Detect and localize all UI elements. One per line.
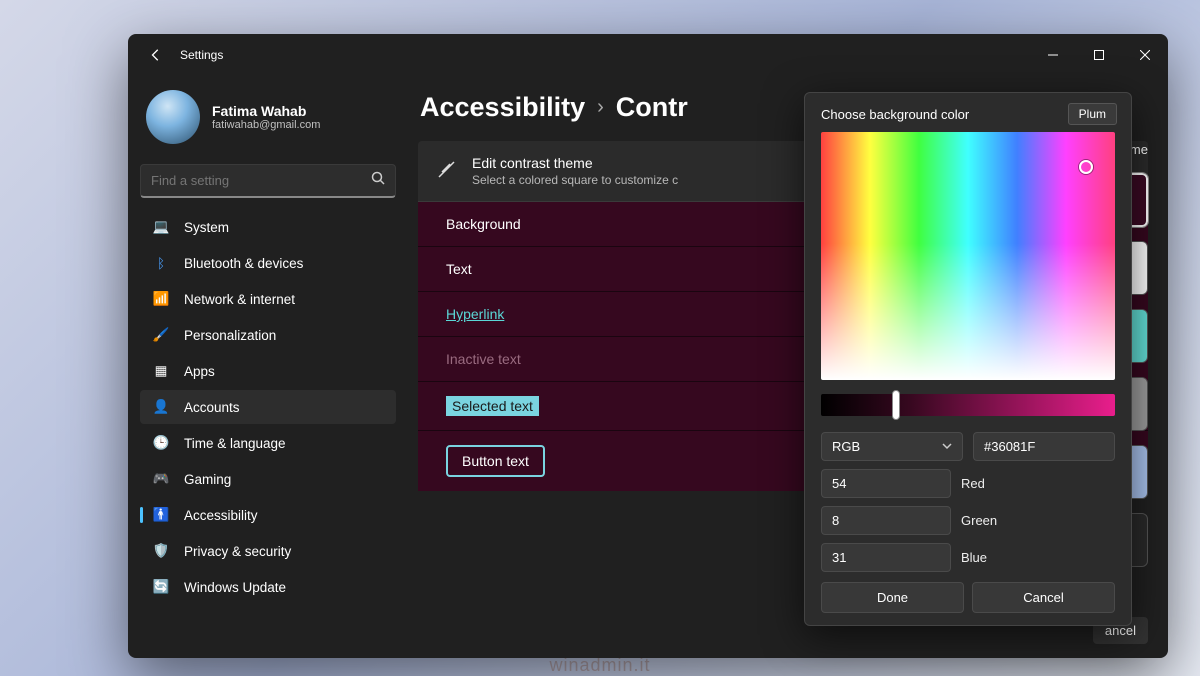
done-button[interactable]: Done — [821, 582, 964, 613]
network-icon: 📶 — [152, 290, 170, 308]
nav-apps[interactable]: ▦ Apps — [140, 354, 396, 388]
nav-label: Accounts — [184, 400, 240, 415]
nav-label: Bluetooth & devices — [184, 256, 303, 271]
window-title: Settings — [180, 48, 223, 62]
nav-privacy[interactable]: 🛡️ Privacy & security — [140, 534, 396, 568]
profile-name: Fatima Wahab — [212, 103, 320, 119]
chevron-right-icon: › — [597, 96, 604, 119]
theme-row-label: Button text — [446, 445, 545, 477]
nav-label: Personalization — [184, 328, 276, 343]
gaming-icon: 🎮 — [152, 470, 170, 488]
slider-thumb[interactable] — [892, 390, 900, 420]
watermark-text: winadmin.it — [549, 655, 650, 676]
apps-icon: ▦ — [152, 362, 170, 380]
gradient-cursor[interactable] — [1079, 160, 1093, 174]
titlebar: Settings — [128, 34, 1168, 76]
avatar — [146, 90, 200, 144]
red-label: Red — [961, 476, 985, 491]
search-input[interactable] — [151, 173, 371, 188]
minimize-button[interactable] — [1030, 40, 1076, 70]
edit-theme-subtitle: Select a colored square to customize c — [472, 173, 678, 187]
breadcrumb-current: Contr — [616, 92, 688, 123]
color-mode-select[interactable]: RGB — [821, 432, 963, 461]
nav-list: 💻 System ᛒ Bluetooth & devices 📶 Network & … — [140, 210, 396, 604]
blue-input[interactable]: 31 — [821, 543, 951, 572]
settings-window: Settings Fatima Wahab fatiwahab@gmail.co… — [128, 34, 1168, 658]
paint-icon — [436, 158, 458, 185]
search-box[interactable] — [140, 164, 396, 198]
nav-windows-update[interactable]: 🔄 Windows Update — [140, 570, 396, 604]
theme-row-label: Hyperlink — [446, 306, 504, 322]
edit-theme-title: Edit contrast theme — [472, 155, 678, 171]
color-mode-value: RGB — [832, 439, 860, 454]
update-icon: 🔄 — [152, 578, 170, 596]
hex-input[interactable]: #36081F — [973, 432, 1115, 461]
bluetooth-icon: ᛒ — [152, 254, 170, 272]
chevron-down-icon — [942, 439, 952, 454]
system-icon: 💻 — [152, 218, 170, 236]
time-icon: 🕒 — [152, 434, 170, 452]
color-gradient[interactable] — [821, 132, 1115, 380]
green-label: Green — [961, 513, 997, 528]
window-controls — [1030, 40, 1168, 70]
profile-email: fatiwahab@gmail.com — [212, 119, 320, 131]
search-icon — [371, 171, 385, 190]
color-picker-popup: Choose background color Plum RGB #36081F… — [804, 92, 1132, 626]
personalization-icon: 🖌️ — [152, 326, 170, 344]
nav-label: Windows Update — [184, 580, 286, 595]
sidebar: Fatima Wahab fatiwahab@gmail.com 💻 System… — [128, 76, 408, 658]
nav-label: Apps — [184, 364, 215, 379]
theme-row-label: Selected text — [446, 396, 539, 416]
maximize-button[interactable] — [1076, 40, 1122, 70]
nav-label: Gaming — [184, 472, 231, 487]
profile-block[interactable]: Fatima Wahab fatiwahab@gmail.com — [140, 86, 396, 158]
theme-row-label: Inactive text — [446, 351, 521, 367]
nav-label: Privacy & security — [184, 544, 291, 559]
close-button[interactable] — [1122, 40, 1168, 70]
nav-label: System — [184, 220, 229, 235]
nav-gaming[interactable]: 🎮 Gaming — [140, 462, 396, 496]
nav-network[interactable]: 📶 Network & internet — [140, 282, 396, 316]
nav-time-language[interactable]: 🕒 Time & language — [140, 426, 396, 460]
nav-accessibility[interactable]: 🚹 Accessibility — [140, 498, 396, 532]
nav-label: Network & internet — [184, 292, 295, 307]
cancel-button[interactable]: Cancel — [972, 582, 1115, 613]
green-input[interactable]: 8 — [821, 506, 951, 535]
accessibility-icon: 🚹 — [152, 506, 170, 524]
nav-label: Time & language — [184, 436, 286, 451]
theme-row-label: Background — [446, 216, 521, 232]
color-name-tooltip: Plum — [1068, 103, 1117, 125]
breadcrumb-parent[interactable]: Accessibility — [420, 92, 585, 123]
nav-label: Accessibility — [184, 508, 258, 523]
value-slider[interactable] — [821, 394, 1115, 416]
nav-personalization[interactable]: 🖌️ Personalization — [140, 318, 396, 352]
nav-system[interactable]: 💻 System — [140, 210, 396, 244]
privacy-icon: 🛡️ — [152, 542, 170, 560]
nav-accounts[interactable]: 👤 Accounts — [140, 390, 396, 424]
accounts-icon: 👤 — [152, 398, 170, 416]
red-input[interactable]: 54 — [821, 469, 951, 498]
nav-bluetooth[interactable]: ᛒ Bluetooth & devices — [140, 246, 396, 280]
back-button[interactable] — [142, 41, 170, 69]
blue-label: Blue — [961, 550, 987, 565]
theme-row-label: Text — [446, 261, 472, 277]
